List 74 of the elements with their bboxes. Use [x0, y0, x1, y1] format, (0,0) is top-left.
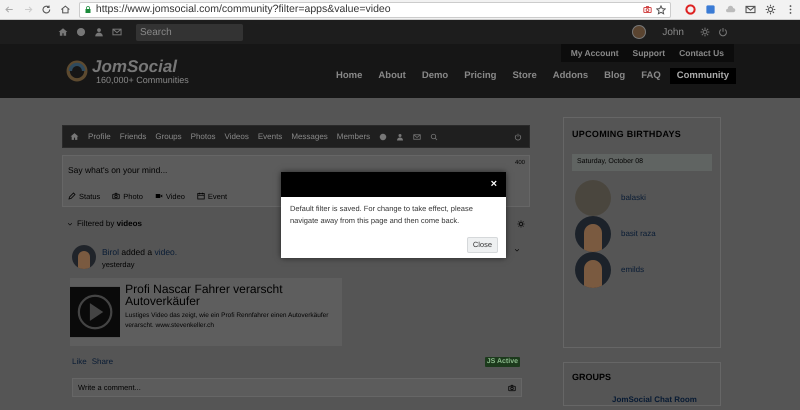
- nav-link[interactable]: Blog: [597, 68, 632, 84]
- post-headline: Birol added a video.: [102, 246, 178, 259]
- gear-icon[interactable]: [764, 4, 776, 15]
- user-name[interactable]: John: [662, 24, 684, 40]
- chevron-icon[interactable]: [67, 221, 73, 227]
- close-button[interactable]: ×: [490, 179, 497, 190]
- panel-title: UPCOMING BIRTHDAYS: [572, 128, 682, 141]
- star-icon: [656, 4, 666, 14]
- nav-link[interactable]: Addons: [546, 68, 596, 84]
- camera-icon: [642, 5, 652, 14]
- back-icon[interactable]: [4, 4, 15, 15]
- panel-title: GROUPS: [572, 371, 612, 384]
- toolbar-link[interactable]: Groups: [155, 130, 182, 142]
- logo-icon: [66, 60, 88, 82]
- envelope-icon[interactable]: [112, 27, 122, 37]
- video-title[interactable]: Profi Nascar Fahrer verarscht Autoverkäufer: [125, 283, 342, 307]
- home-icon[interactable]: [60, 4, 71, 15]
- lock-icon: [84, 5, 92, 14]
- address-bar[interactable]: https://www.jomsocial.com/community?filter=apps&value=video: [78, 2, 671, 18]
- camera-icon: [508, 384, 516, 392]
- account-link[interactable]: My Account: [570, 46, 619, 60]
- toolbar-link[interactable]: Friends: [120, 130, 146, 142]
- nav-link[interactable]: Store: [505, 68, 544, 84]
- video-camera-icon: [154, 192, 163, 200]
- user-icon[interactable]: [396, 132, 404, 140]
- circle-icon[interactable]: [684, 4, 696, 15]
- person-link[interactable]: basit raza: [621, 228, 656, 240]
- reload-icon[interactable]: [41, 4, 52, 15]
- video-link[interactable]: video.: [154, 247, 178, 257]
- search-field[interactable]: Search: [136, 24, 243, 40]
- envelope-icon[interactable]: [413, 132, 422, 140]
- power-icon[interactable]: [514, 132, 522, 140]
- filter-label[interactable]: Filtered by videos: [77, 218, 142, 230]
- toolbar-link[interactable]: Messages: [291, 130, 328, 142]
- logo-text: JomSocial: [92, 58, 178, 74]
- avatar[interactable]: [632, 25, 646, 39]
- calendar-icon: [196, 192, 205, 200]
- square-icon[interactable]: [704, 4, 716, 15]
- camera-icon: [112, 192, 120, 200]
- composer-placeholder[interactable]: Say what's on your mind...: [68, 164, 168, 177]
- nav-link[interactable]: Community: [670, 68, 736, 84]
- chevron-icon[interactable]: [514, 247, 520, 253]
- gear-icon[interactable]: [517, 220, 525, 228]
- toolbar-link[interactable]: Members: [336, 130, 370, 142]
- nav-link[interactable]: About: [371, 68, 413, 84]
- toolbar-link[interactable]: Videos: [224, 130, 249, 142]
- nav-link[interactable]: Pricing: [457, 68, 504, 84]
- group-link[interactable]: JomSocial Chat Room: [612, 394, 712, 406]
- url-text: https://www.jomsocial.com/community?filter=apps&value=video: [96, 2, 391, 17]
- pencil-icon: [68, 192, 76, 200]
- account-link[interactable]: Support: [632, 46, 666, 60]
- avatar[interactable]: [72, 245, 96, 269]
- nav-link[interactable]: FAQ: [634, 68, 668, 84]
- logo-tagline: 160,000+ Communities: [96, 76, 189, 84]
- post-action-link[interactable]: Like: [72, 356, 87, 368]
- nav-link[interactable]: Home: [329, 68, 370, 84]
- author-link[interactable]: Birol: [102, 247, 120, 257]
- person-link[interactable]: balaski: [621, 192, 646, 204]
- account-link[interactable]: Contact Us: [679, 46, 724, 60]
- post-action-link[interactable]: Share: [92, 356, 114, 368]
- avatar[interactable]: [575, 216, 611, 252]
- gear-icon[interactable]: [700, 27, 710, 37]
- nav-link[interactable]: Demo: [414, 68, 456, 84]
- toolbar-link[interactable]: Profile: [88, 130, 111, 142]
- search-icon[interactable]: [430, 132, 438, 140]
- home-icon[interactable]: [58, 27, 68, 37]
- power-icon[interactable]: [718, 27, 728, 37]
- person-link[interactable]: emilds: [621, 264, 644, 276]
- avatar[interactable]: [575, 252, 611, 288]
- user-icon[interactable]: [94, 27, 104, 37]
- home-icon[interactable]: [70, 132, 79, 141]
- toolbar-link[interactable]: Events: [258, 130, 282, 142]
- envelope-icon[interactable]: [744, 4, 756, 15]
- toolbar-link[interactable]: Photos: [190, 130, 216, 142]
